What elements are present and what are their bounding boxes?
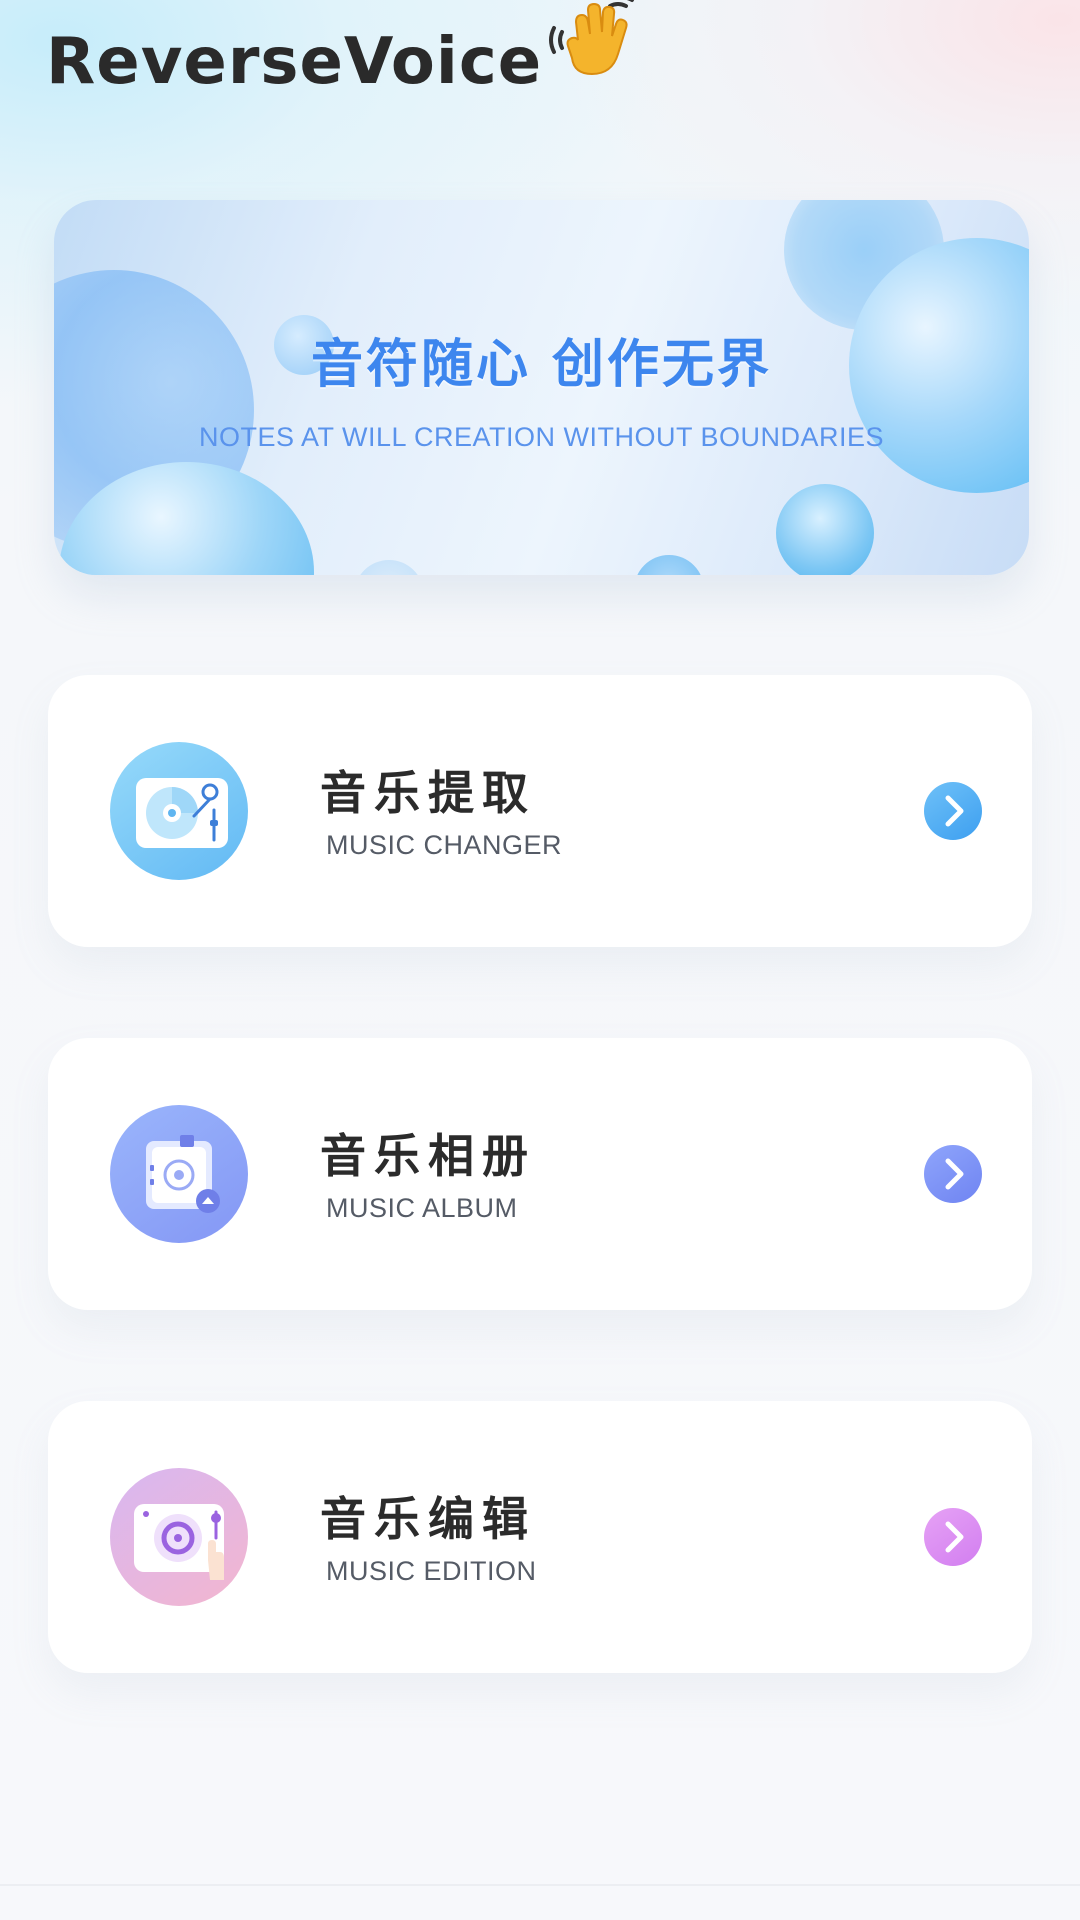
turntable-icon	[110, 742, 248, 880]
music-edit-icon	[110, 1468, 248, 1606]
hero-banner[interactable]: 音符随心 创作无界 NOTES AT WILL CREATION WITHOUT…	[54, 200, 1029, 575]
bottom-divider	[0, 1884, 1080, 1886]
feature-title: 音乐提取	[320, 766, 536, 820]
chevron-right-icon[interactable]	[924, 782, 982, 840]
feature-subtitle: MUSIC ALBUM	[326, 1193, 518, 1223]
banner-title: 音符随心 创作无界	[310, 335, 773, 395]
feature-subtitle: MUSIC EDITION	[326, 1556, 537, 1586]
music-extract-card[interactable]: 音乐提取 MUSIC CHANGER	[48, 675, 1032, 947]
chevron-right-icon[interactable]	[924, 1508, 982, 1566]
feature-subtitle: MUSIC CHANGER	[326, 830, 563, 860]
banner-subtitle: NOTES AT WILL CREATION WITHOUT BOUNDARIE…	[198, 422, 885, 452]
app-title: ReverseVoice	[46, 25, 543, 99]
banner-bubble	[776, 484, 874, 575]
feature-title: 音乐相册	[320, 1129, 536, 1183]
waving-hand-icon	[548, 0, 648, 82]
feature-title: 音乐编辑	[320, 1492, 536, 1546]
banner-bubble	[354, 560, 424, 575]
chevron-right-icon[interactable]	[924, 1145, 982, 1203]
music-album-card[interactable]: 音乐相册 MUSIC ALBUM	[48, 1038, 1032, 1310]
banner-bubble	[634, 555, 704, 575]
music-album-icon	[110, 1105, 248, 1243]
music-edit-card[interactable]: 音乐编辑 MUSIC EDITION	[48, 1401, 1032, 1673]
